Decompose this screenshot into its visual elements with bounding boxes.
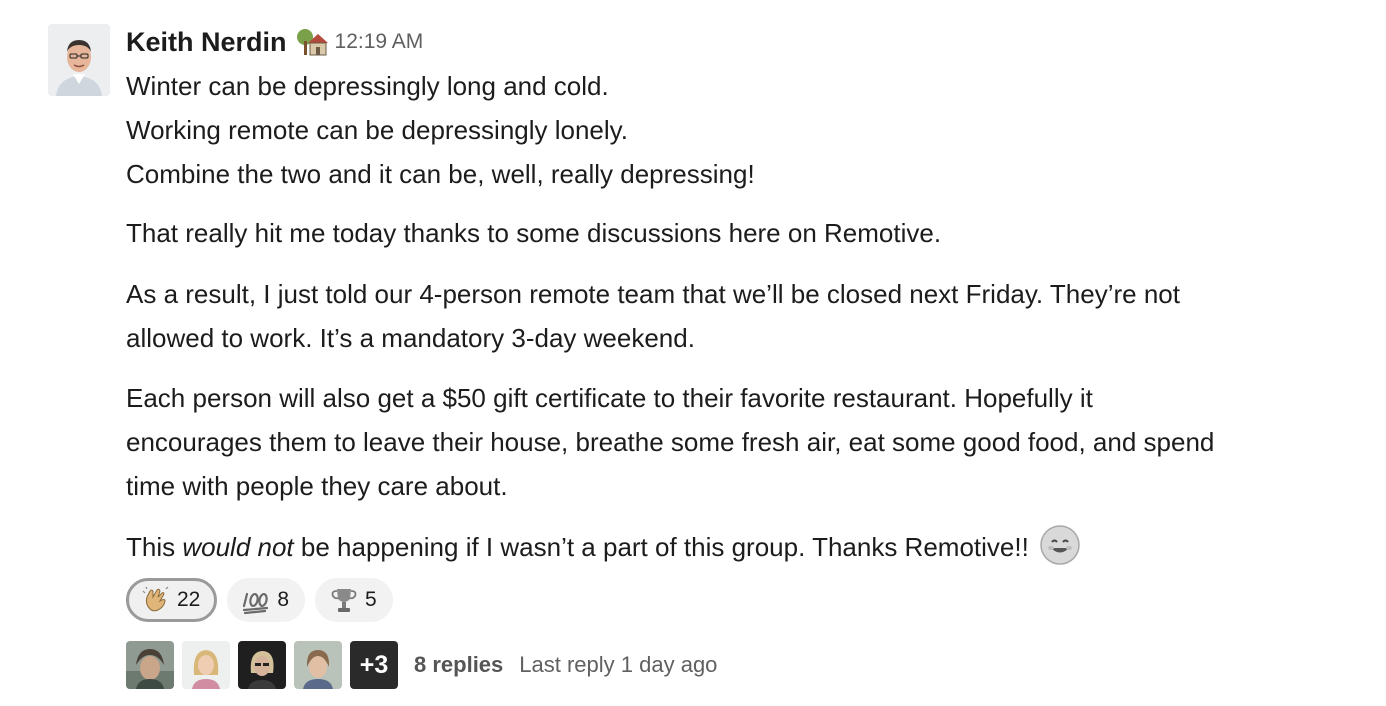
message-header: Keith Nerdin 12:19 AM xyxy=(126,24,423,60)
participant-avatar[interactable] xyxy=(238,641,286,689)
reaction-hundred-points[interactable]: 8 xyxy=(227,578,306,622)
hundred-points-icon xyxy=(241,585,271,615)
reactions-bar: 22 8 5 xyxy=(126,578,393,622)
text-line: Working remote can be depressingly lonel… xyxy=(126,115,628,145)
text-line: allowed to work. It’s a mandatory 3-day … xyxy=(126,323,695,353)
text-line: Each person will also get a $50 gift cer… xyxy=(126,383,1093,413)
author-name[interactable]: Keith Nerdin xyxy=(126,27,287,58)
italic-text: would not xyxy=(182,532,294,562)
paragraph: This would not be happening if I wasn’t … xyxy=(126,524,1081,569)
message: Keith Nerdin 12:19 AM Winter can be depr… xyxy=(0,0,1386,706)
more-participants-badge[interactable]: +3 xyxy=(350,641,398,689)
paragraph: As a result, I just told our 4-person re… xyxy=(126,272,1180,360)
thread-summary[interactable]: +3 8 replies Last reply 1 day ago xyxy=(126,641,717,689)
last-reply-time: Last reply 1 day ago xyxy=(519,652,718,677)
text-line: That really hit me today thanks to some … xyxy=(126,218,942,248)
text-line: As a result, I just told our 4-person re… xyxy=(126,279,1180,309)
text-line: time with people they care about. xyxy=(126,471,508,501)
trophy-icon xyxy=(329,585,359,615)
reaction-count: 5 xyxy=(365,588,377,611)
smiling-face-icon xyxy=(1039,524,1081,566)
paragraph: That really hit me today thanks to some … xyxy=(126,211,941,255)
paragraph: Winter can be depressingly long and cold… xyxy=(126,64,755,196)
reaction-clapping-hands[interactable]: 22 xyxy=(126,578,218,622)
text-line: encourages them to leave their house, br… xyxy=(126,427,1215,457)
timestamp[interactable]: 12:19 AM xyxy=(335,30,424,54)
author-avatar[interactable] xyxy=(48,24,110,96)
text-line: Combine the two and it can be, well, rea… xyxy=(126,159,755,189)
text-segment: be happening if I wasn’t a part of this … xyxy=(293,532,1029,562)
reaction-count: 22 xyxy=(177,588,201,611)
paragraph: Each person will also get a $50 gift cer… xyxy=(126,376,1214,508)
house-with-tree-icon xyxy=(295,27,329,57)
clapping-hands-icon xyxy=(141,585,171,615)
participant-avatar[interactable] xyxy=(182,641,230,689)
text-line: Winter can be depressingly long and cold… xyxy=(126,71,609,101)
participant-avatar[interactable] xyxy=(126,641,174,689)
text-line: This would not be happening if I wasn’t … xyxy=(126,524,1081,569)
text-segment: This xyxy=(126,532,183,562)
reaction-count: 8 xyxy=(277,588,290,611)
reaction-trophy[interactable]: 5 xyxy=(315,578,393,622)
reply-count-link[interactable]: 8 replies xyxy=(414,652,503,678)
participant-avatar[interactable] xyxy=(294,641,342,689)
